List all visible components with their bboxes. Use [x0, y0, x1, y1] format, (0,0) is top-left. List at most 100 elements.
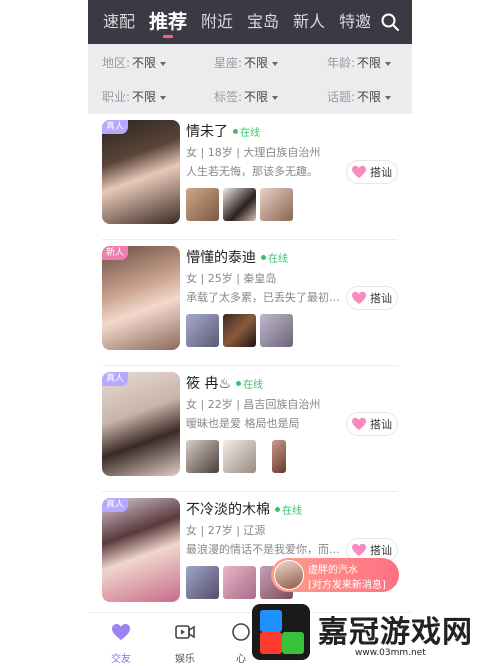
photo-thumbnail[interactable]: [260, 188, 293, 221]
avatar[interactable]: 新人: [102, 246, 180, 350]
user-card[interactable]: 真人 筱 冉♨ 在线 女 | 22岁 | 昌吉回族自治州 暧昧也是爱 格局也是局…: [88, 368, 412, 492]
online-dot-icon: [275, 506, 280, 512]
user-name: 筱 冉♨: [186, 376, 232, 392]
caret-down-icon: [160, 95, 167, 100]
user-bio: 人生若无悔，那该多无趣。: [186, 165, 318, 178]
greet-label: 搭讪: [370, 418, 392, 431]
user-name: 不冷淡的木棉: [186, 502, 270, 518]
photo-thumbnails: [186, 314, 297, 347]
tab-speed-match[interactable]: 速配: [103, 0, 135, 44]
filter-label: 职业:: [102, 90, 131, 104]
verified-badge: 真人: [102, 372, 129, 386]
category-tabs: 速配 推荐 附近 宝岛 新人 特邀 活: [88, 0, 370, 44]
top-tab-bar: 速配 推荐 附近 宝岛 新人 特邀 活: [88, 0, 412, 44]
heart-icon: [352, 291, 366, 304]
heart-icon: [352, 165, 366, 178]
filter-value: 不限: [132, 56, 157, 70]
greet-label: 搭讪: [370, 292, 392, 305]
heart-icon: [112, 624, 130, 640]
online-dot-icon: [236, 380, 242, 386]
new-message-toast[interactable]: 虚胖的汽水 [对方发来新消息]: [271, 558, 399, 592]
filter-age[interactable]: 年龄: 不限: [327, 46, 392, 80]
filter-label: 星座:: [214, 56, 243, 70]
name-line: 懵懂的泰迪 在线: [186, 246, 288, 268]
photo-thumbnail[interactable]: [223, 314, 256, 347]
filter-value: 不限: [357, 56, 382, 70]
online-status: 在线: [243, 379, 264, 391]
filter-value: 不限: [132, 90, 157, 104]
caret-down-icon: [272, 95, 279, 100]
filter-region[interactable]: 地区: 不限: [102, 46, 167, 80]
filter-label: 话题:: [327, 90, 356, 104]
search-icon[interactable]: [380, 12, 400, 32]
filter-label: 年龄:: [327, 56, 356, 70]
user-meta: 女 | 25岁 | 秦皇岛: [186, 272, 277, 285]
tab-invited[interactable]: 特邀: [339, 0, 370, 44]
photo-thumbnail[interactable]: [186, 188, 219, 221]
user-card[interactable]: 真人 情未了 在线 女 | 18岁 | 大理白族自治州 人生若无悔，那该多无趣。…: [88, 116, 412, 240]
filter-zodiac[interactable]: 星座: 不限: [214, 46, 279, 80]
filter-tags[interactable]: 标签: 不限: [214, 80, 279, 114]
online-dot-icon: [261, 254, 266, 260]
photo-thumbnail[interactable]: [186, 566, 219, 599]
photo-thumbnail[interactable]: [186, 314, 219, 347]
filter-label: 地区:: [102, 56, 131, 70]
tab-treasure-island[interactable]: 宝岛: [247, 0, 279, 44]
photo-thumbnails: [186, 440, 290, 473]
new-badge: 新人: [102, 246, 129, 260]
filter-value: 不限: [244, 56, 269, 70]
filter-panel: 地区: 不限 星座: 不限 年龄: 不限 职业: 不限 标签: 不限 话题: 不限: [88, 44, 412, 114]
greet-button[interactable]: 搭讪: [346, 412, 398, 436]
caret-down-icon: [385, 95, 392, 100]
tab-nearby[interactable]: 附近: [201, 0, 233, 44]
caret-down-icon: [272, 61, 279, 66]
user-meta: 女 | 22岁 | 昌吉回族自治州: [186, 398, 321, 411]
divider: [102, 491, 398, 492]
nav-dating[interactable]: 交友: [96, 621, 146, 665]
photo-thumbnail[interactable]: [186, 440, 219, 473]
name-line: 不冷淡的木棉 在线: [186, 498, 302, 520]
photo-thumbnails: [186, 188, 297, 221]
photo-thumbnail[interactable]: [223, 440, 256, 473]
user-card[interactable]: 新人 懵懂的泰迪 在线 女 | 25岁 | 秦皇岛 承载了太多累，已丢失了最初.…: [88, 242, 412, 366]
user-card[interactable]: 真人 不冷淡的木棉 在线 女 | 27岁 | 辽源 最浪漫的情话不是我爱你，而.…: [88, 494, 412, 612]
nav-entertainment[interactable]: 娱乐: [160, 621, 210, 665]
toast-avatar: [274, 560, 304, 590]
greet-button[interactable]: 搭讪: [346, 286, 398, 310]
avatar[interactable]: 真人: [102, 120, 180, 224]
app-screen: 速配 推荐 附近 宝岛 新人 特邀 活 地区:不限 星座:不限 年龄:不限: [88, 0, 412, 666]
user-name: 懵懂的泰迪: [186, 250, 256, 266]
heart-icon: [352, 543, 366, 556]
online-status: 在线: [268, 253, 288, 265]
filter-topic[interactable]: 话题: 不限: [327, 80, 392, 114]
user-meta: 女 | 18岁 | 大理白族自治州: [186, 146, 321, 159]
photo-thumbnail[interactable]: [223, 566, 256, 599]
tab-recommend[interactable]: 推荐: [149, 0, 187, 44]
verified-badge: 真人: [102, 120, 129, 134]
photo-thumbnail[interactable]: [272, 440, 286, 473]
photo-thumbnail[interactable]: [260, 314, 293, 347]
tab-newcomers[interactable]: 新人: [293, 0, 325, 44]
name-line: 筱 冉♨ 在线: [186, 372, 263, 394]
online-status: 在线: [282, 505, 302, 517]
emotion-icon: [232, 623, 250, 641]
filter-row: 职业: 不限 标签: 不限 话题: 不限: [88, 80, 412, 114]
photo-thumbnail[interactable]: [223, 188, 256, 221]
filter-row: 地区: 不限 星座: 不限 年龄: 不限: [88, 46, 412, 80]
user-meta: 女 | 27岁 | 辽源: [186, 524, 266, 537]
filter-value: 不限: [244, 90, 269, 104]
video-icon: [175, 625, 195, 639]
user-bio: 最浪漫的情话不是我爱你，而...: [186, 543, 340, 556]
user-name: 情未了: [186, 124, 228, 140]
toast-message: [对方发来新消息]: [308, 580, 386, 591]
watermark-url: www.03mm.net: [355, 648, 426, 658]
greet-label: 搭讪: [370, 544, 392, 557]
greet-button[interactable]: 搭讪: [346, 160, 398, 184]
avatar[interactable]: 真人: [102, 372, 180, 476]
avatar[interactable]: 真人: [102, 498, 180, 602]
watermark-text: 嘉冠游戏网: [318, 615, 473, 650]
user-list: 真人 情未了 在线 女 | 18岁 | 大理白族自治州 人生若无悔，那该多无趣。…: [88, 114, 412, 612]
filter-occupation[interactable]: 职业: 不限: [102, 80, 167, 114]
nav-label: 交友: [111, 654, 131, 665]
caret-down-icon: [385, 61, 392, 66]
